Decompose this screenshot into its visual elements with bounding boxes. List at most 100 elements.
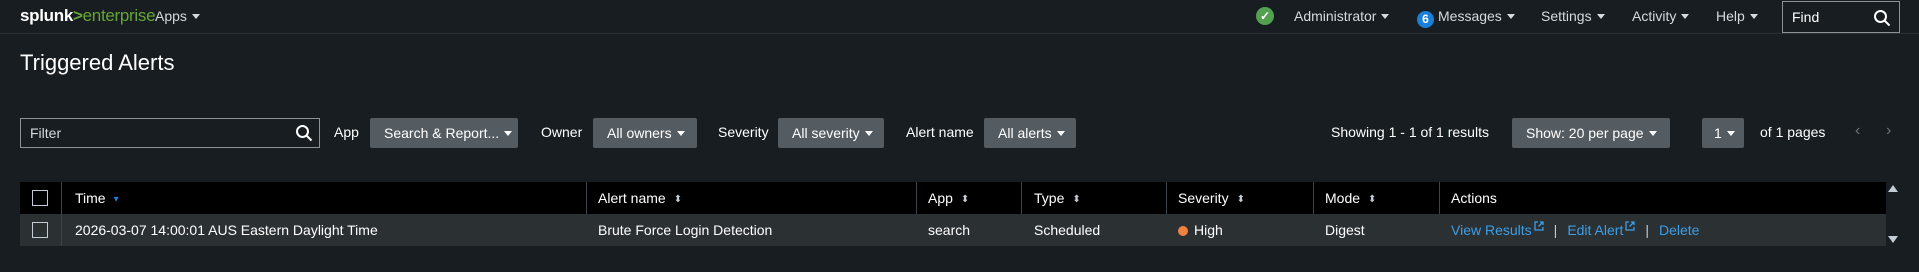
page-title: Triggered Alerts [20,50,175,75]
edit-alert-link[interactable]: Edit Alert [1567,221,1635,238]
find-placeholder: Find [1792,9,1820,25]
chevron-down-icon [1381,14,1390,19]
external-link-icon [1625,221,1635,231]
row-app: search [928,222,971,238]
results-count: Showing 1 - 1 of 1 results [1331,124,1489,140]
severity-high-icon [1178,226,1188,236]
chevron-down-icon [504,131,513,136]
messages-menu-label: Messages [1438,8,1502,24]
chevron-down-icon [1648,131,1657,136]
alert-name-filter-dropdown[interactable]: All alerts [984,118,1076,148]
type-header-label: Type [1034,190,1065,206]
apps-menu[interactable]: Apps [155,8,200,24]
app-header-label: App [928,190,953,206]
mode-header-label: Mode [1325,190,1361,206]
settings-menu-label: Settings [1541,8,1592,24]
table-row: 2026-03-07 14:00:01 AUS Eastern Daylight… [20,214,1886,246]
column-divider [586,182,587,214]
health-status-icon[interactable]: ✓ [1256,7,1274,25]
user-menu-label: Administrator [1294,8,1377,24]
activity-menu[interactable]: Activity [1632,8,1690,24]
per-page-dropdown[interactable]: Show: 20 per page [1512,118,1670,148]
owner-filter-dropdown[interactable]: All owners [593,118,697,148]
severity-header-label: Severity [1178,190,1229,206]
help-menu[interactable]: Help [1716,8,1758,24]
column-header-actions: Actions [1451,190,1497,206]
table-header: Time ▾ Alert name ⬍ App ⬍ Type ⬍ Severity ⬍ M… [20,182,1886,214]
app-filter-dropdown[interactable]: Search & Report... [370,118,518,148]
next-page-button[interactable]: › [1886,122,1891,140]
severity-filter-label: Severity [718,124,769,140]
previous-page-button[interactable]: ‹ [1855,122,1860,140]
chevron-down-icon [1726,131,1735,136]
scroll-up-arrow-icon[interactable] [1888,185,1898,192]
per-page-value: Show: 20 per page [1526,125,1644,141]
row-actions: View Results | Edit Alert | Delete [1451,214,1699,246]
scroll-down-arrow-icon[interactable] [1888,236,1898,243]
row-time: 2026-03-07 14:00:01 AUS Eastern Daylight… [75,222,378,238]
column-header-severity[interactable]: Severity ⬍ [1178,182,1245,214]
delete-link[interactable]: Delete [1659,222,1699,238]
row-type: Scheduled [1034,222,1101,238]
row-select-checkbox[interactable] [32,222,48,238]
column-divider [1166,182,1167,214]
column-header-alert-name[interactable]: Alert name ⬍ [598,182,682,214]
search-icon[interactable] [1873,9,1891,27]
app-filter-label: App [334,124,359,140]
column-header-type[interactable]: Type ⬍ [1034,182,1081,214]
settings-menu[interactable]: Settings [1541,8,1605,24]
page-number-dropdown[interactable]: 1 [1702,118,1744,148]
chevron-down-icon [191,14,200,19]
chevron-down-icon [864,131,873,136]
chevron-down-icon [1749,14,1758,19]
filter-input[interactable]: Filter [20,118,320,148]
apps-menu-label: Apps [155,8,187,24]
search-icon[interactable] [295,124,313,142]
filter-placeholder: Filter [30,125,62,141]
time-header-label: Time [75,190,106,206]
page-number-value: 1 [1714,125,1722,141]
action-separator: | [1645,222,1649,238]
action-separator: | [1553,222,1558,238]
app-filter-value: Search & Report... [384,125,500,141]
find-input[interactable]: Find [1782,1,1900,33]
column-divider [61,182,62,214]
row-severity-label: High [1194,222,1223,238]
row-mode: Digest [1325,222,1365,238]
severity-filter-dropdown[interactable]: All severity [778,118,884,148]
messages-menu[interactable]: 6 Messages [1417,8,1515,28]
logo-product: enterprise [82,6,156,25]
view-results-label: View Results [1451,222,1532,238]
row-alert-name: Brute Force Login Detection [598,222,773,238]
chevron-down-icon [1681,14,1690,19]
column-divider [1021,182,1022,214]
alert-name-filter-label: Alert name [906,124,974,140]
logo-brand: splunk [20,6,73,25]
sort-icon: ⬍ [1368,194,1377,205]
logo-separator: > [73,6,83,25]
view-results-link[interactable]: View Results [1451,221,1544,238]
sort-icon: ⬍ [673,194,683,205]
column-header-time[interactable]: Time ▾ [75,182,119,214]
column-divider [916,182,917,214]
owner-filter-value: All owners [607,125,672,141]
splunk-logo[interactable]: splunk>enterprise [20,6,156,26]
select-all-checkbox[interactable] [32,190,48,206]
alert-name-header-label: Alert name [598,190,666,206]
chevron-down-icon [1596,14,1605,19]
help-menu-label: Help [1716,8,1745,24]
column-divider [1439,182,1440,214]
sort-icon: ⬍ [1236,194,1245,205]
column-header-app[interactable]: App ⬍ [928,182,969,214]
external-link-icon [1534,221,1544,231]
sort-descending-icon: ▾ [113,194,119,205]
severity-filter-value: All severity [792,125,860,141]
column-divider [61,214,62,246]
chevron-down-icon [1056,131,1065,136]
column-header-mode[interactable]: Mode ⬍ [1325,182,1376,214]
table-scrollbar[interactable] [1886,182,1900,246]
sort-icon: ⬍ [960,194,970,205]
sort-icon: ⬍ [1072,194,1081,205]
user-menu[interactable]: Administrator [1294,8,1390,24]
chevron-down-icon [1506,14,1515,19]
